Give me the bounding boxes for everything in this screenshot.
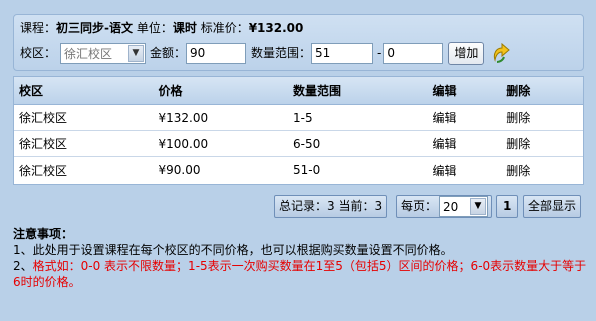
notes-title: 注意事项： — [13, 227, 74, 241]
add-button[interactable]: 增加 — [448, 41, 485, 65]
notes-line-2-prefix: 2、 — [13, 259, 33, 273]
chevron-down-icon: ▼ — [128, 44, 145, 62]
cell-campus: 徐汇校区 — [19, 137, 68, 151]
table-row: 徐汇校区 ¥132.00 1-5 编辑 删除 — [14, 105, 583, 131]
header-delete: 删除 — [506, 84, 531, 98]
edit-link[interactable]: 编辑 — [426, 135, 502, 152]
delete-link[interactable]: 删除 — [501, 162, 583, 179]
notes-line-1: 1、此处用于设置课程在每个校区的不同价格，也可以根据购买数量设置不同价格。 — [13, 243, 453, 257]
cell-price: ¥100.00 — [158, 136, 209, 151]
table-row: 徐汇校区 ¥100.00 6-50 编辑 删除 — [14, 131, 583, 157]
edit-link[interactable]: 编辑 — [426, 109, 502, 126]
cell-campus: 徐汇校区 — [19, 111, 68, 125]
add-price-form: 校区： 徐汇校区 ▼ 金额： 90 数量范围： 51 - 0 增加 — [20, 41, 511, 65]
cell-range: 1-5 — [293, 110, 313, 125]
unit-value: 课时 — [172, 21, 197, 35]
header-range: 数量范围 — [293, 84, 342, 98]
per-page-control: 每页： 20 ▼ — [396, 195, 493, 218]
per-page-select[interactable]: 20 ▼ — [439, 196, 489, 217]
per-page-label: 每页： — [401, 199, 438, 213]
per-page-value: 20 — [443, 200, 459, 214]
notes-line-2-text: 格式如：0-0 表示不限数量；1-5表示一次购买数量在1至5（包括5）区间的价格… — [13, 259, 587, 289]
per-page-box: 每页： 20 ▼ — [396, 195, 493, 218]
course-label: 课程： — [20, 21, 57, 35]
delete-link[interactable]: 删除 — [501, 109, 583, 126]
table-row: 徐汇校区 ¥90.00 51-0 编辑 删除 — [14, 157, 583, 183]
cell-range: 51-0 — [293, 163, 321, 177]
range-from-input[interactable]: 51 — [311, 42, 374, 64]
edit-link[interactable]: 编辑 — [426, 162, 502, 179]
campus-select-value: 徐汇校区 — [64, 46, 113, 61]
page-number-control: 1 — [496, 195, 519, 218]
cell-campus: 徐汇校区 — [19, 163, 68, 178]
amount-label: 金额： — [150, 46, 187, 60]
pager-bar: 总记录：3 当前：3 — [274, 195, 388, 218]
page-number-button[interactable]: 1 — [496, 195, 519, 218]
range-label: 数量范围： — [251, 46, 312, 60]
header-price: 价格 — [158, 84, 183, 98]
campus-label: 校区： — [20, 46, 57, 60]
amount-input[interactable]: 90 — [186, 42, 247, 64]
refresh-arrow-icon[interactable] — [491, 42, 511, 64]
cell-price: ¥90.00 — [158, 163, 201, 177]
notes-section: 注意事项： 1、此处用于设置课程在每个校区的不同价格，也可以根据购买数量设置不同… — [13, 226, 591, 290]
delete-link[interactable]: 删除 — [501, 135, 583, 152]
cell-price: ¥132.00 — [158, 110, 209, 125]
cell-range: 6-50 — [293, 136, 321, 151]
record-summary: 总记录：3 当前：3 — [274, 195, 388, 218]
notes-line-2: 2、格式如：0-0 表示不限数量；1-5表示一次购买数量在1至5（包括5）区间的… — [13, 258, 591, 290]
campus-select[interactable]: 徐汇校区 ▼ — [60, 42, 147, 64]
standard-price-value: ¥132.00 — [248, 21, 304, 35]
course-info-line: 课程：初三同步-语文 单位：课时 标准价：¥132.00 — [20, 20, 303, 36]
table-header: 校区 价格 数量范围 编辑 删除 — [14, 77, 583, 105]
header-campus: 校区 — [19, 84, 44, 98]
header-edit: 编辑 — [432, 84, 457, 98]
range-to-input[interactable]: 0 — [383, 42, 444, 64]
course-price-panel: 课程：初三同步-语文 单位：课时 标准价：¥132.00 校区： 徐汇校区 ▼ … — [13, 14, 584, 71]
price-table: 校区 价格 数量范围 编辑 删除 徐汇校区 ¥132.00 1-5 编辑 删除 … — [13, 76, 584, 185]
range-separator: - — [377, 46, 382, 60]
chevron-down-icon: ▼ — [470, 198, 487, 215]
show-all-button[interactable]: 全部显示 — [523, 195, 582, 218]
unit-label: 单位： — [136, 21, 173, 35]
standard-price-label: 标准价： — [200, 21, 249, 35]
show-all-control: 全部显示 — [523, 195, 582, 218]
course-name: 初三同步-语文 — [56, 21, 133, 35]
